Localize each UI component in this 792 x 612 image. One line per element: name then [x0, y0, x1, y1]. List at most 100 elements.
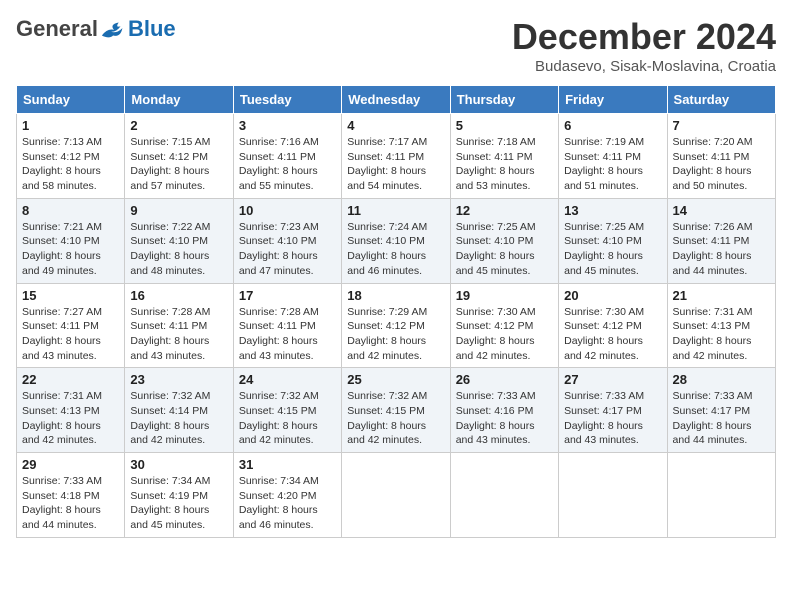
- calendar-cell: [342, 453, 450, 538]
- day-number: 20: [564, 288, 661, 303]
- day-number: 16: [130, 288, 227, 303]
- calendar-cell: 31Sunrise: 7:34 AMSunset: 4:20 PMDayligh…: [233, 453, 341, 538]
- day-number: 23: [130, 372, 227, 387]
- logo: General Blue: [16, 16, 176, 42]
- day-info: Sunrise: 7:30 AMSunset: 4:12 PMDaylight:…: [456, 305, 553, 364]
- calendar-cell: 30 Sunrise: 7:34 AMSunset: 4:19 PMDayligh…: [125, 453, 233, 538]
- day-number: 17: [239, 288, 336, 303]
- calendar-cell: [450, 453, 558, 538]
- day-number: 13: [564, 203, 661, 218]
- day-number: 11: [347, 203, 444, 218]
- logo-blue: Blue: [128, 16, 176, 42]
- day-number: 14: [673, 203, 770, 218]
- day-info: Sunrise: 7:31 AMSunset: 4:13 PMDaylight:…: [22, 389, 119, 448]
- day-number: 3: [239, 118, 336, 133]
- day-info: Sunrise: 7:34 AMSunset: 4:19 PMDaylight:…: [130, 474, 227, 533]
- day-number: 8: [22, 203, 119, 218]
- day-info: Sunrise: 7:23 AMSunset: 4:10 PMDaylight:…: [239, 220, 336, 279]
- location-subtitle: Budasevo, Sisak-Moslavina, Croatia: [512, 58, 776, 75]
- day-info: Sunrise: 7:25 AMSunset: 4:10 PMDaylight:…: [456, 220, 553, 279]
- calendar-cell: 17 Sunrise: 7:28 AMSunset: 4:11 PMDayligh…: [233, 283, 341, 368]
- day-info: Sunrise: 7:28 AMSunset: 4:11 PMDaylight:…: [239, 305, 336, 364]
- day-info: Sunrise: 7:32 AMSunset: 4:15 PMDaylight:…: [239, 389, 336, 448]
- calendar-cell: 11 Sunrise: 7:24 AMSunset: 4:10 PMDayligh…: [342, 198, 450, 283]
- weekday-header-row: SundayMondayTuesdayWednesdayThursdayFrid…: [17, 86, 776, 114]
- calendar-cell: 9Sunrise: 7:22 AMSunset: 4:10 PMDaylight…: [125, 198, 233, 283]
- day-number: 10: [239, 203, 336, 218]
- calendar-cell: 26 Sunrise: 7:33 AMSunset: 4:16 PMDayligh…: [450, 368, 558, 453]
- calendar-week-1: 1Sunrise: 7:13 AMSunset: 4:12 PMDaylight…: [17, 114, 776, 199]
- day-info: Sunrise: 7:19 AMSunset: 4:11 PMDaylight:…: [564, 135, 661, 194]
- weekday-header-tuesday: Tuesday: [233, 86, 341, 114]
- day-info: Sunrise: 7:17 AMSunset: 4:11 PMDaylight:…: [347, 135, 444, 194]
- day-info: Sunrise: 7:21 AMSunset: 4:10 PMDaylight:…: [22, 220, 119, 279]
- day-info: Sunrise: 7:24 AMSunset: 4:10 PMDaylight:…: [347, 220, 444, 279]
- day-info: Sunrise: 7:16 AMSunset: 4:11 PMDaylight:…: [239, 135, 336, 194]
- calendar-cell: 20 Sunrise: 7:30 AMSunset: 4:12 PMDayligh…: [559, 283, 667, 368]
- logo-general: General: [16, 16, 98, 42]
- day-number: 29: [22, 457, 119, 472]
- weekday-header-friday: Friday: [559, 86, 667, 114]
- day-number: 28: [673, 372, 770, 387]
- day-number: 15: [22, 288, 119, 303]
- day-number: 18: [347, 288, 444, 303]
- day-info: Sunrise: 7:27 AMSunset: 4:11 PMDaylight:…: [22, 305, 119, 364]
- calendar-table: SundayMondayTuesdayWednesdayThursdayFrid…: [16, 85, 776, 538]
- calendar-week-3: 15 Sunrise: 7:27 AMSunset: 4:11 PMDayligh…: [17, 283, 776, 368]
- weekday-header-thursday: Thursday: [450, 86, 558, 114]
- calendar-cell: 6Sunrise: 7:19 AMSunset: 4:11 PMDaylight…: [559, 114, 667, 199]
- day-number: 22: [22, 372, 119, 387]
- calendar-cell: 12 Sunrise: 7:25 AMSunset: 4:10 PMDayligh…: [450, 198, 558, 283]
- day-number: 26: [456, 372, 553, 387]
- day-info: Sunrise: 7:20 AMSunset: 4:11 PMDaylight:…: [673, 135, 770, 194]
- day-number: 12: [456, 203, 553, 218]
- day-info: Sunrise: 7:32 AMSunset: 4:14 PMDaylight:…: [130, 389, 227, 448]
- day-number: 1: [22, 118, 119, 133]
- day-number: 24: [239, 372, 336, 387]
- weekday-header-wednesday: Wednesday: [342, 86, 450, 114]
- day-info: Sunrise: 7:33 AMSunset: 4:18 PMDaylight:…: [22, 474, 119, 533]
- calendar-cell: 29 Sunrise: 7:33 AMSunset: 4:18 PMDayligh…: [17, 453, 125, 538]
- calendar-cell: 24 Sunrise: 7:32 AMSunset: 4:15 PMDayligh…: [233, 368, 341, 453]
- calendar-cell: 5 Sunrise: 7:18 AMSunset: 4:11 PMDaylight…: [450, 114, 558, 199]
- calendar-cell: 3 Sunrise: 7:16 AMSunset: 4:11 PMDaylight…: [233, 114, 341, 199]
- day-number: 30: [130, 457, 227, 472]
- calendar-cell: 18 Sunrise: 7:29 AMSunset: 4:12 PMDayligh…: [342, 283, 450, 368]
- weekday-header-monday: Monday: [125, 86, 233, 114]
- day-number: 19: [456, 288, 553, 303]
- calendar-cell: [559, 453, 667, 538]
- calendar-cell: 10 Sunrise: 7:23 AMSunset: 4:10 PMDayligh…: [233, 198, 341, 283]
- day-number: 2: [130, 118, 227, 133]
- calendar-cell: [667, 453, 775, 538]
- day-info: Sunrise: 7:29 AMSunset: 4:12 PMDaylight:…: [347, 305, 444, 364]
- day-number: 4: [347, 118, 444, 133]
- calendar-cell: 15 Sunrise: 7:27 AMSunset: 4:11 PMDayligh…: [17, 283, 125, 368]
- calendar-cell: 27Sunrise: 7:33 AMSunset: 4:17 PMDayligh…: [559, 368, 667, 453]
- day-number: 25: [347, 372, 444, 387]
- day-number: 5: [456, 118, 553, 133]
- day-info: Sunrise: 7:26 AMSunset: 4:11 PMDaylight:…: [673, 220, 770, 279]
- day-info: Sunrise: 7:33 AMSunset: 4:17 PMDaylight:…: [673, 389, 770, 448]
- title-block: December 2024 Budasevo, Sisak-Moslavina,…: [512, 16, 776, 75]
- day-number: 7: [673, 118, 770, 133]
- day-number: 9: [130, 203, 227, 218]
- calendar-cell: 13 Sunrise: 7:25 AMSunset: 4:10 PMDayligh…: [559, 198, 667, 283]
- day-info: Sunrise: 7:18 AMSunset: 4:11 PMDaylight:…: [456, 135, 553, 194]
- calendar-cell: 4 Sunrise: 7:17 AMSunset: 4:11 PMDaylight…: [342, 114, 450, 199]
- day-info: Sunrise: 7:32 AMSunset: 4:15 PMDaylight:…: [347, 389, 444, 448]
- calendar-cell: 16Sunrise: 7:28 AMSunset: 4:11 PMDayligh…: [125, 283, 233, 368]
- day-info: Sunrise: 7:33 AMSunset: 4:16 PMDaylight:…: [456, 389, 553, 448]
- calendar-week-5: 29 Sunrise: 7:33 AMSunset: 4:18 PMDayligh…: [17, 453, 776, 538]
- calendar-cell: 25 Sunrise: 7:32 AMSunset: 4:15 PMDayligh…: [342, 368, 450, 453]
- calendar-cell: 7 Sunrise: 7:20 AMSunset: 4:11 PMDaylight…: [667, 114, 775, 199]
- calendar-week-2: 8 Sunrise: 7:21 AMSunset: 4:10 PMDaylight…: [17, 198, 776, 283]
- month-title: December 2024: [512, 16, 776, 58]
- weekday-header-sunday: Sunday: [17, 86, 125, 114]
- calendar-body: 1Sunrise: 7:13 AMSunset: 4:12 PMDaylight…: [17, 114, 776, 538]
- calendar-cell: 19 Sunrise: 7:30 AMSunset: 4:12 PMDayligh…: [450, 283, 558, 368]
- calendar-week-4: 22 Sunrise: 7:31 AMSunset: 4:13 PMDayligh…: [17, 368, 776, 453]
- day-info: Sunrise: 7:30 AMSunset: 4:12 PMDaylight:…: [564, 305, 661, 364]
- day-info: Sunrise: 7:25 AMSunset: 4:10 PMDaylight:…: [564, 220, 661, 279]
- weekday-header-saturday: Saturday: [667, 86, 775, 114]
- calendar-cell: 23 Sunrise: 7:32 AMSunset: 4:14 PMDayligh…: [125, 368, 233, 453]
